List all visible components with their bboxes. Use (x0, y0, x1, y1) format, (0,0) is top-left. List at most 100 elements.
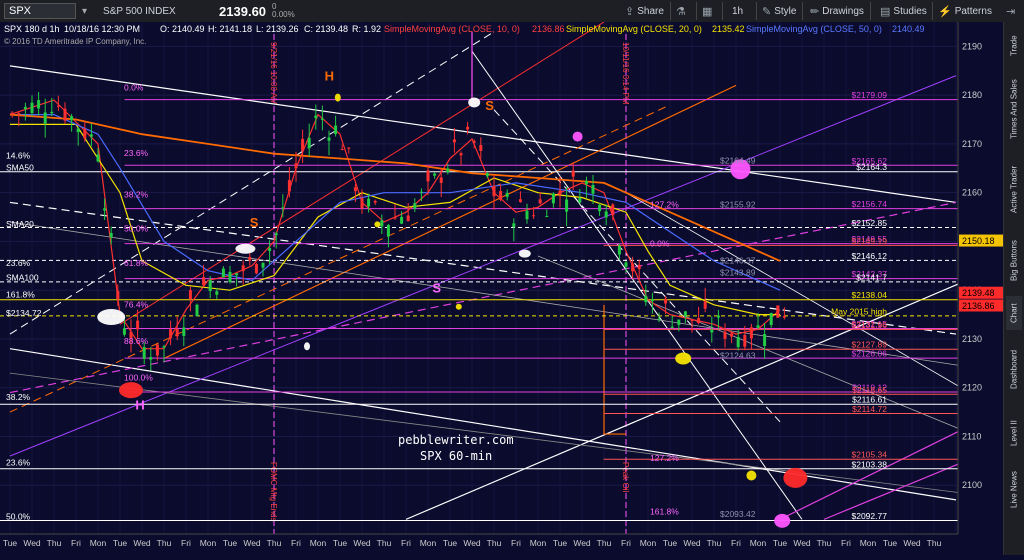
x-tick-label: Fri (291, 538, 301, 548)
wrench-icon: ✎ (762, 5, 772, 18)
level-label: $2105.34 (851, 450, 887, 460)
sidebar-tab-active-trader[interactable]: Active Trader (1006, 152, 1022, 226)
sidebar-tab-live-news[interactable]: Live News (1006, 462, 1022, 518)
sidebar-tab-chart[interactable]: Chart (1006, 296, 1022, 330)
share-button[interactable]: ⇪ Share (625, 3, 664, 19)
marker (468, 97, 481, 108)
ma20-label: SimpleMovingAvg (CLOSE, 20, 0) (566, 24, 702, 34)
watermark-line2: SPX 60-min (420, 449, 492, 463)
candle-body (538, 199, 542, 204)
fib-right-label: 127.2% (650, 453, 679, 463)
sidebar-tab-dashboard[interactable]: Dashboard (1006, 334, 1022, 404)
fib-left-label: 76.4% (124, 299, 149, 309)
y-tick-label: 2110 (962, 431, 981, 441)
sidebar-tab-big-buttons[interactable]: Big Buttons (1006, 230, 1022, 292)
marker (304, 342, 310, 351)
candle-body (149, 357, 153, 360)
candle-body (334, 125, 338, 135)
studies-label: Studies (893, 5, 927, 17)
ma10-value: 2136.86 (532, 24, 565, 34)
fib-left-label: 38.2% (124, 190, 149, 200)
y-tick-label: 2160 (962, 188, 982, 198)
marker (746, 470, 757, 481)
candle-body (710, 329, 714, 333)
y-tick-label: 2130 (962, 334, 982, 344)
sidebar-tab-trade[interactable]: Trade (1006, 26, 1022, 66)
candle-body (624, 262, 628, 267)
candle-body (10, 112, 14, 115)
ohlc-close: C: 2139.48 (304, 24, 348, 34)
x-tick-label: Wed (573, 538, 591, 548)
candle-body (386, 224, 390, 237)
sidebar-tab-level-ii[interactable]: Level II (1006, 408, 1022, 458)
studies-icon: ▤ (880, 5, 891, 18)
flask-icon: ⚗ (676, 5, 686, 18)
flask-button[interactable]: ⚗ (676, 3, 686, 19)
candle-body (314, 115, 318, 119)
left-label: SMA50 (6, 163, 34, 173)
candle-body (261, 262, 265, 268)
ohlc-high: H: 2141.18 (208, 24, 252, 34)
candle-body (221, 268, 225, 278)
candle-body (433, 173, 437, 176)
x-tick-label: Fri (181, 538, 191, 548)
level-label: $2131.96 (851, 320, 887, 330)
candle-body (367, 198, 371, 207)
x-tick-label: Mon (420, 538, 437, 548)
price-chart[interactable]: 9/21/16 10:00 AM FOMC Mtg Ends 10/11/16 3:… (0, 21, 1024, 555)
candle-body (756, 325, 760, 328)
candle-body (426, 170, 430, 182)
timeframe-selector[interactable]: 1h (732, 3, 743, 19)
x-tick-label: Thu (707, 538, 722, 548)
studies-button[interactable]: ▤ Studies (880, 3, 927, 19)
fib-right-label: 127.2% (650, 199, 679, 209)
left-label: 14.6% (6, 151, 31, 161)
ma50-label: SimpleMovingAvg (CLOSE, 50, 0) (746, 24, 882, 34)
style-button[interactable]: ✎ Style (762, 3, 796, 19)
fib-left-label: 88.6% (124, 336, 149, 346)
watermark-line1: pebblewriter.com (398, 433, 514, 447)
candle-body (76, 128, 80, 133)
drawings-button[interactable]: ✏ Drawings (810, 3, 864, 19)
candle-body (479, 145, 483, 151)
candle-body (320, 118, 324, 120)
candle-body (89, 134, 93, 137)
candle-body (716, 315, 720, 318)
marker (374, 221, 381, 228)
collapse-button[interactable]: ⇥ (1006, 3, 1015, 19)
ohlc-open: O: 2140.49 (160, 24, 205, 34)
marker (97, 309, 126, 326)
candle-body (723, 331, 727, 339)
faint-label: $2124.63 (720, 350, 756, 360)
candle-body (657, 318, 661, 320)
x-tick-label: Fri (731, 538, 741, 548)
grid-button[interactable]: ▦ (702, 3, 712, 19)
x-tick-label: Tue (443, 538, 458, 548)
collapse-icon: ⇥ (1006, 5, 1016, 18)
x-tick-label: Wed (243, 538, 261, 548)
ticker-line: SPX 180 d 1h (4, 24, 60, 34)
y-tick-label: 2100 (962, 480, 982, 490)
candle-body (413, 203, 417, 209)
candle-body (380, 220, 384, 227)
candle-body (730, 333, 734, 337)
patterns-button[interactable]: ⚡ Patterns (938, 3, 992, 19)
drawings-label: Drawings (822, 5, 864, 17)
ohlc-range: R: 1.92 (352, 24, 381, 34)
chevron-down-icon[interactable]: ▾ (82, 6, 87, 17)
symbol-input[interactable]: SPX (4, 3, 76, 19)
change-pct: 0.00% (272, 10, 295, 19)
candle-body (472, 141, 476, 143)
level-label: $2146.12 (851, 251, 887, 261)
candle-body (162, 346, 166, 348)
share-label: Share (637, 5, 664, 17)
pattern-label: H (325, 69, 334, 84)
x-tick-label: Tue (773, 538, 788, 548)
x-tick-label: Thu (817, 538, 832, 548)
sidebar-tab-times-and-sales[interactable]: Times And Sales (1006, 70, 1022, 148)
candle-body (690, 319, 694, 322)
fib-left-label: 100.0% (124, 372, 153, 382)
grid-icon: ▦ (702, 5, 713, 18)
faint-label: $2093.42 (720, 509, 756, 519)
faint-label: $2146.37 (720, 255, 756, 265)
